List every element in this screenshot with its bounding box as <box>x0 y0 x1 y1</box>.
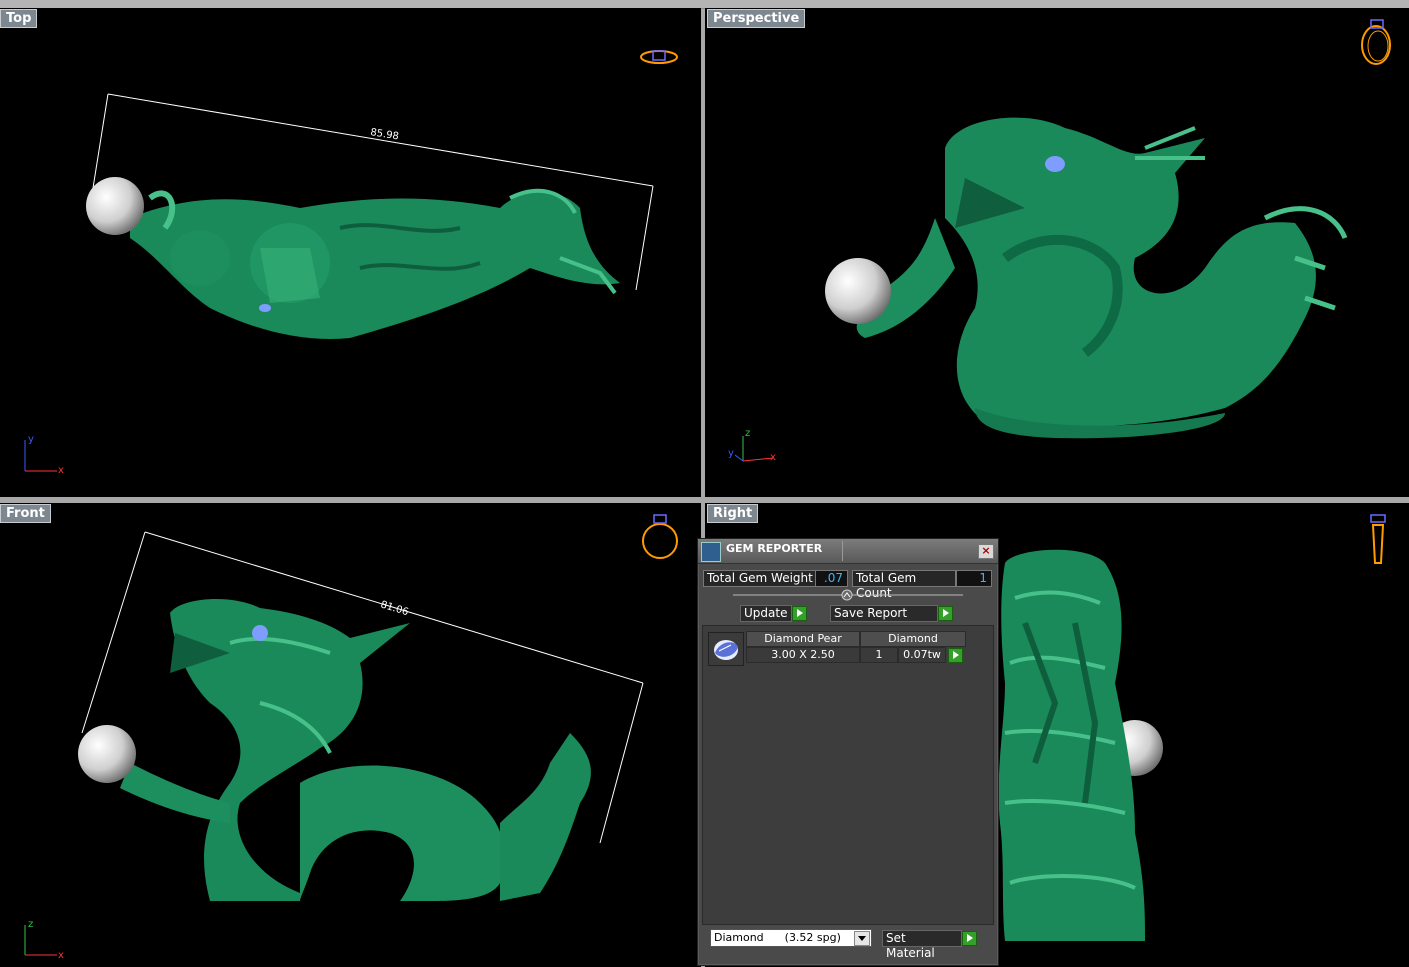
pearl-model[interactable] <box>825 258 891 324</box>
dimension-value: 85.98 <box>370 127 400 142</box>
axis-y-label: y <box>28 434 34 445</box>
total-gem-count-value: 1 <box>956 570 992 587</box>
gem-count: 1 <box>860 647 898 663</box>
total-gem-count-label: Total Gem Count <box>852 570 956 600</box>
gem-weight: 0.07tw <box>898 647 946 663</box>
panel-splitter[interactable] <box>733 589 963 601</box>
dimension-value: 81.06 <box>379 599 410 618</box>
pear-gem-icon <box>708 632 744 666</box>
axis-gizmo: z x <box>24 919 64 961</box>
gem-col-header-shape: Diamond Pear <box>746 631 860 647</box>
close-icon[interactable]: × <box>978 544 994 559</box>
axis-x-label: x <box>58 950 64 961</box>
dragon-model[interactable] <box>856 117 1348 439</box>
gem-size: 3.00 X 2.50 <box>746 647 860 663</box>
ring-icon[interactable] <box>1361 19 1391 65</box>
dragon-model[interactable] <box>130 188 620 339</box>
axis-y-label: y <box>728 448 734 459</box>
update-button[interactable]: Update <box>740 605 792 622</box>
gem-list[interactable] <box>702 625 994 925</box>
axis-z-label: z <box>745 428 750 439</box>
pearl-model[interactable] <box>78 725 136 783</box>
viewport-front[interactable]: 81.06 z x Front <box>0 503 701 967</box>
axis-x-label: x <box>58 465 64 476</box>
axis-gizmo: z y x <box>728 428 776 463</box>
save-report-go-icon[interactable] <box>938 606 953 621</box>
gem-reporter-title: GEM REPORTER <box>726 542 823 555</box>
titlebar-divider <box>842 541 843 561</box>
set-material-go-icon[interactable] <box>962 931 977 946</box>
axis-x-label: x <box>770 452 776 463</box>
set-material-button[interactable]: Set Material <box>882 930 962 960</box>
gem-col-header-material: Diamond <box>860 631 966 647</box>
axis-z-label: z <box>28 919 33 930</box>
total-gem-weight-label: Total Gem Weight <box>703 570 817 587</box>
gem-reporter-titlebar[interactable]: GEM REPORTER × <box>698 539 998 564</box>
total-gem-weight-value: .07 <box>815 570 848 587</box>
material-select-value: Diamond (3.52 spg) <box>714 931 841 944</box>
viewport-label-top[interactable]: Top <box>0 9 38 28</box>
ring-icon[interactable] <box>642 514 678 559</box>
ring-icon[interactable] <box>640 50 678 64</box>
material-select[interactable]: Diamond (3.52 spg) <box>710 929 872 947</box>
dragon-model[interactable] <box>120 598 591 901</box>
viewport-label-perspective[interactable]: Perspective <box>707 9 806 28</box>
save-report-button[interactable]: Save Report <box>830 605 938 622</box>
chevron-down-icon[interactable] <box>854 931 870 946</box>
dragon-model[interactable] <box>998 549 1145 941</box>
viewport-label-front[interactable]: Front <box>0 504 51 523</box>
axis-gizmo: y x <box>24 434 64 476</box>
gem-reporter-icon <box>701 542 721 562</box>
gem-reporter-panel[interactable]: GEM REPORTER × Total Gem Weight .07 Tota… <box>697 538 999 966</box>
front-scene: 81.06 z x <box>24 514 678 961</box>
viewport-perspective[interactable]: z y x Perspective <box>705 8 1409 497</box>
pearl-model[interactable] <box>86 177 144 235</box>
perspective-scene: z y x <box>728 19 1391 463</box>
top-scene: 85.98 y x <box>24 50 678 476</box>
gem-row-go-icon[interactable] <box>948 648 963 663</box>
ring-icon[interactable] <box>1370 514 1386 564</box>
viewport-top[interactable]: 85.98 y x Top <box>0 8 701 497</box>
viewport-label-right[interactable]: Right <box>707 504 759 523</box>
update-go-icon[interactable] <box>792 606 807 621</box>
